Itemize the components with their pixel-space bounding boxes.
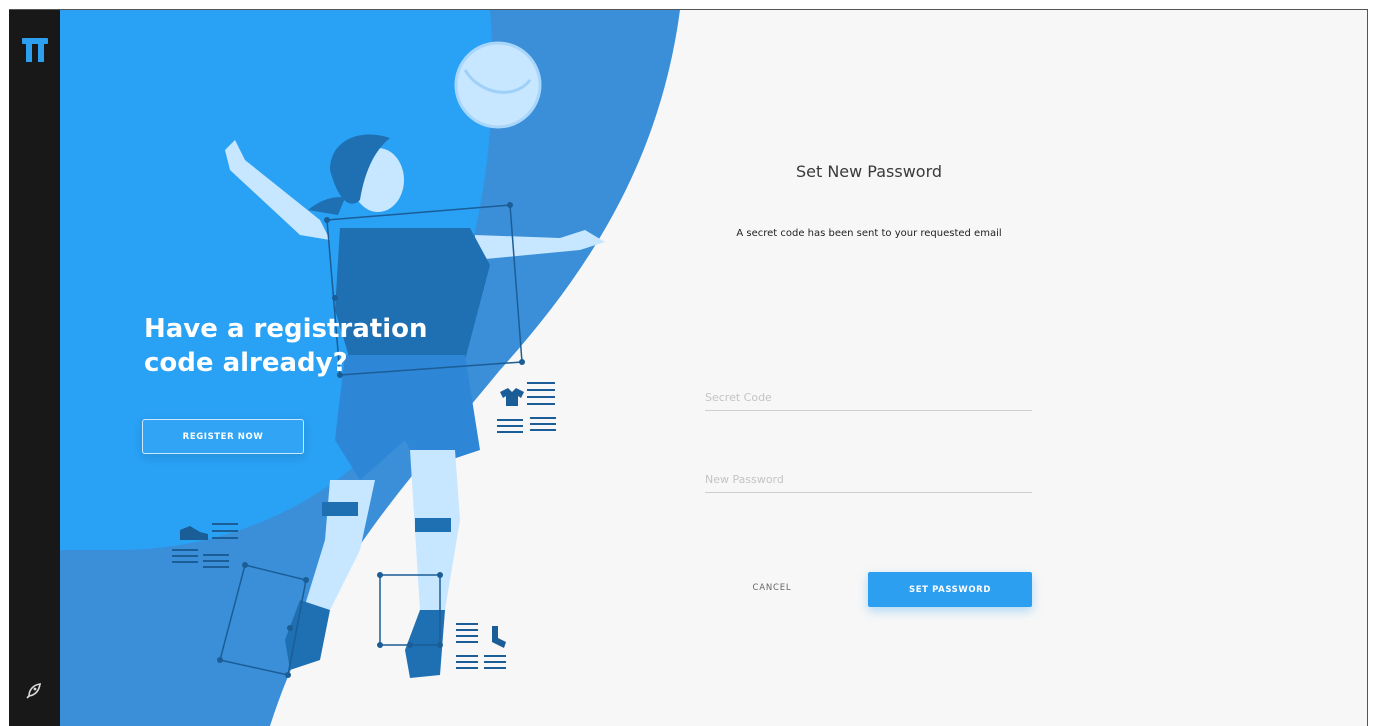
new-password-input[interactable] xyxy=(705,467,1032,493)
register-now-button[interactable]: REGISTER NOW xyxy=(142,419,304,454)
set-password-panel: Set New Password A secret code has been … xyxy=(699,10,1349,726)
set-password-button[interactable]: SET PASSWORD xyxy=(868,572,1032,607)
hero-illustration-panel: Have a registration code already? REGIST… xyxy=(60,10,740,726)
rocket-icon[interactable] xyxy=(23,680,45,702)
product-list-shirt xyxy=(497,382,556,433)
cancel-button[interactable]: CANCEL xyxy=(731,573,813,603)
product-list-sock xyxy=(456,623,506,669)
form-title: Set New Password xyxy=(795,162,943,181)
form-subtitle: A secret code has been sent to your requ… xyxy=(736,228,1002,239)
hero-title: Have a registration code already? xyxy=(144,314,428,378)
sidebar xyxy=(9,10,60,726)
secret-code-input[interactable] xyxy=(705,385,1032,411)
tt-logo-icon[interactable] xyxy=(21,36,49,64)
app-frame: Have a registration code already? REGIST… xyxy=(9,9,1368,726)
